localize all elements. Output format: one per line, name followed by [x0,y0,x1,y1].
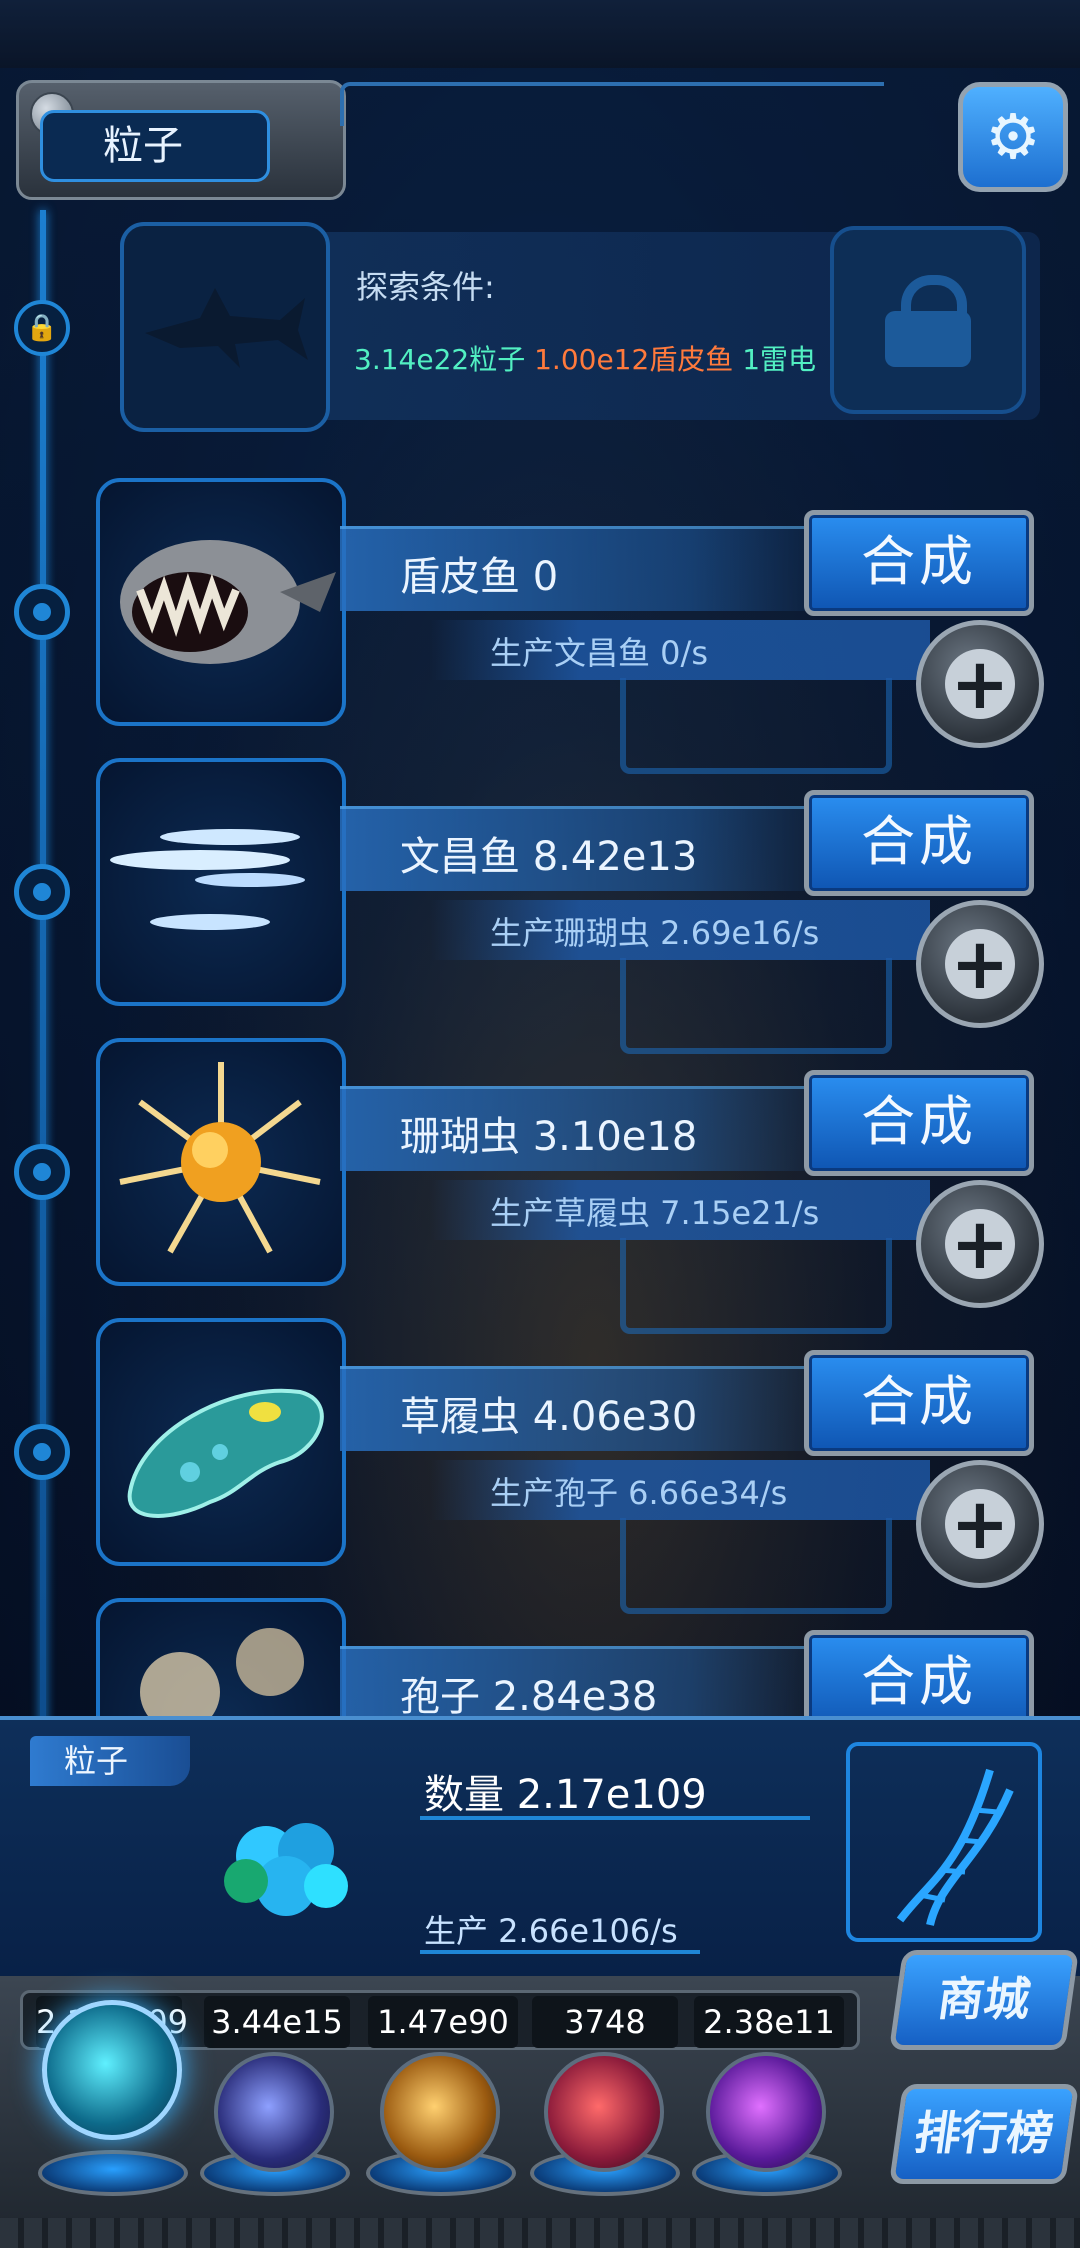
req-thunder: 1雷电 [742,343,817,376]
dna-icon [896,1768,1014,1926]
unlock-condition-title: 探索条件: [356,268,495,306]
synthesize-button[interactable]: 合成 [804,510,1034,616]
creature-name: 珊瑚虫 3.10e18 [400,1114,698,1160]
creature-name: 草履虫 4.06e30 [400,1394,698,1440]
req-particles: 3.14e22粒子 [354,343,526,376]
particle-count: 数量 2.17e109 [424,1772,707,1818]
brain-orb-tab[interactable] [544,2052,664,2172]
upgrade-plus-button[interactable]: + [916,620,1044,748]
production-rate: 生产草履虫 7.15e21/s [490,1194,820,1232]
upgrade-plus-button[interactable]: + [916,1460,1044,1588]
unlock-requirements: 3.14e22粒子 1.00e12盾皮鱼 1雷电 [354,338,816,378]
gear-icon: ⚙ [985,100,1041,173]
req-shield-fish: 1.00e12盾皮鱼 [534,343,734,376]
resource-value-brain: 3748 [532,1996,678,2048]
synthesize-button[interactable]: 合成 [804,790,1034,896]
header-frame-line [340,82,884,126]
locked-explore-button[interactable] [830,226,1026,414]
resource-value-vortex: 2.38e11 [694,1996,844,2048]
settings-button[interactable]: ⚙ [958,82,1068,192]
creature-name: 孢子 2.84e38 [400,1674,658,1720]
thunder-orb-tab[interactable] [214,2052,334,2172]
lock-icon [885,275,971,367]
synthesize-button[interactable]: 合成 [804,1070,1034,1176]
galaxy-orb-tab[interactable] [380,2052,500,2172]
creature-row-amphioxus: 文昌鱼 8.42e13 生产珊瑚虫 2.69e16/s 合成 + [0,758,1080,1054]
panel-tag: 粒子 [30,1736,190,1786]
shield-fish-thumb [96,478,346,726]
particle-cluster-icon [224,1823,348,1916]
creature-row-shield-fish: 盾皮鱼 0 生产文昌鱼 0/s 合成 + [0,478,1080,774]
coral-polyp-thumb [96,1038,346,1286]
page-title: 粒子 [40,110,270,182]
paramecium-thumb [96,1318,346,1566]
creature-name: 盾皮鱼 0 [400,554,559,600]
resource-value-galaxy: 1.47e90 [368,1996,518,2048]
upgrade-plus-button[interactable]: + [916,900,1044,1028]
amphioxus-thumb [96,758,346,1006]
production-rate: 生产珊瑚虫 2.69e16/s [490,914,820,952]
vortex-orb-tab[interactable] [706,2052,826,2172]
bottom-metal-strip [0,2218,1080,2248]
creature-row-paramecium: 草履虫 4.06e30 生产孢子 6.66e34/s 合成 + [0,1318,1080,1614]
production-rate: 生产孢子 6.66e34/s [490,1474,788,1512]
lock-node-icon: 🔒 [14,300,70,356]
plus-icon: + [945,929,1015,999]
orb-pedestal [38,2150,188,2196]
upgrade-plus-button[interactable]: + [916,1180,1044,1308]
leaderboard-button[interactable]: 排行榜 [888,2084,1080,2184]
synthesize-button[interactable]: 合成 [804,1350,1034,1456]
plus-icon: + [945,1209,1015,1279]
shark-silhouette-icon [145,288,308,368]
plus-icon: + [945,1489,1015,1559]
shop-button[interactable]: 商城 [888,1950,1080,2050]
particle-orb-tab[interactable] [42,2000,182,2140]
resource-value-thunder: 3.44e15 [204,1996,350,2048]
plus-icon: + [945,649,1015,719]
creature-name: 文昌鱼 8.42e13 [400,834,698,880]
production-rate: 生产文昌鱼 0/s [490,634,708,672]
status-strip [0,0,1080,68]
particle-production-rate: 生产 2.66e106/s [424,1912,678,1950]
creature-row-coral-polyp: 珊瑚虫 3.10e18 生产草履虫 7.15e21/s 合成 + [0,1038,1080,1334]
